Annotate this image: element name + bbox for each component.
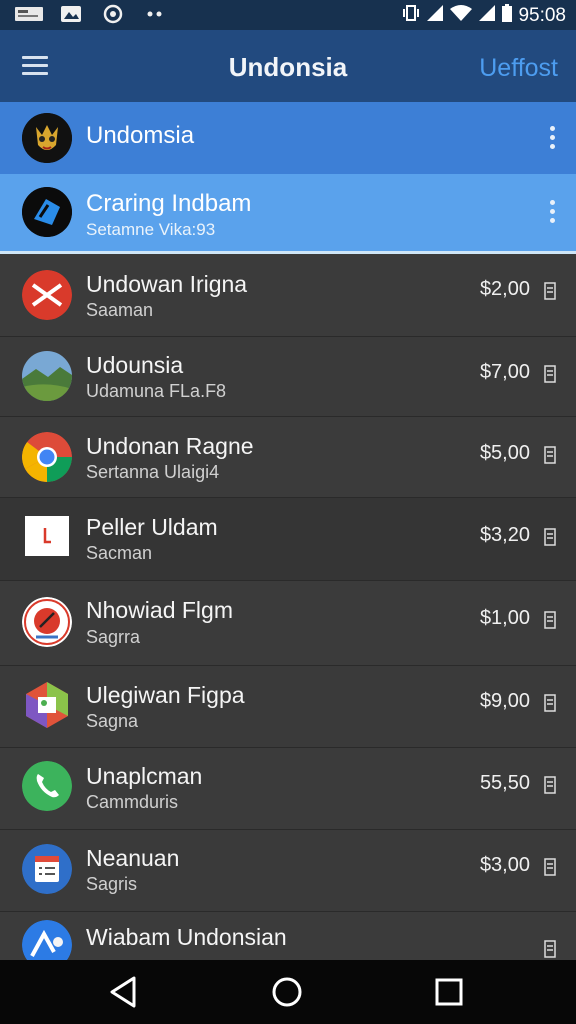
battery-icon — [544, 858, 556, 876]
list-item-price: $3,20 — [479, 524, 530, 546]
list-item-price: $5,00 — [479, 442, 530, 464]
image-icon — [56, 5, 86, 23]
battery-icon — [502, 4, 513, 28]
list-item-price: $3,00 — [479, 854, 530, 876]
list-item-title: Unaplcman — [86, 763, 203, 789]
list-item-title: Undonan Ragne — [86, 433, 254, 459]
list-item-title: Undowan Irigna — [86, 271, 248, 297]
hexagon-app-icon — [22, 680, 72, 730]
blue-arrow-icon — [22, 187, 72, 237]
list-item[interactable]: Undowan Irigna Saaman $2,00 — [0, 254, 576, 337]
battery-icon — [544, 365, 556, 383]
landscape-photo-icon — [22, 351, 72, 401]
status-bar: 95:08 — [0, 0, 576, 30]
more-vert-icon[interactable] — [550, 200, 556, 227]
phone-icon — [22, 761, 72, 811]
list-item[interactable]: Peller Uldam Sacman $3,20 — [0, 498, 576, 581]
app-bar: Undonsia Ueffost — [0, 30, 576, 102]
battery-icon — [544, 528, 556, 546]
list-item-price: $2,00 — [479, 278, 530, 300]
list-item-subtitle: Sacman — [86, 543, 153, 563]
list-item[interactable]: Unaplcman Cammduris 55,50 — [0, 748, 576, 830]
list-item-title: Wiabam Undonsian — [86, 924, 287, 950]
more-dots-icon — [140, 5, 170, 23]
list-item[interactable]: Ulegiwan Figpa Sagna $9,00 — [0, 666, 576, 748]
list-item-subtitle: Sertanna Ulaigi4 — [86, 462, 220, 482]
signal-icon — [426, 4, 444, 28]
selected-list-item[interactable]: Craring Indbam Setamne Vika:93 — [0, 174, 576, 254]
vibrate-icon — [402, 4, 420, 28]
document-icon — [25, 516, 69, 556]
list-item[interactable]: Undonan Ragne Sertanna Ulaigi4 $5,00 — [0, 417, 576, 498]
list-item-title: Neanuan — [86, 845, 180, 871]
recents-icon[interactable] — [430, 974, 470, 1010]
list-item-subtitle: Cammduris — [86, 792, 179, 812]
selected-item-title: Undomsia — [86, 122, 195, 149]
status-right-icons: 95:08 — [402, 4, 566, 28]
sync-icon — [98, 4, 128, 24]
app-bar-action-button[interactable]: Ueffost — [479, 54, 558, 83]
signal-icon — [478, 4, 496, 28]
red-x-icon — [22, 270, 72, 320]
status-left-icons — [14, 4, 170, 24]
wifi-icon — [450, 4, 473, 28]
pinwheel-icon — [22, 597, 72, 647]
battery-icon — [544, 940, 556, 958]
more-vert-icon[interactable] — [550, 126, 556, 153]
battery-icon — [544, 694, 556, 712]
chrome-icon — [22, 432, 72, 482]
list-item[interactable]: Neanuan Sagris $3,00 — [0, 830, 576, 912]
list-item-price: $9,00 — [479, 690, 530, 712]
battery-icon — [544, 611, 556, 629]
list-item[interactable]: Udounsia Udamuna FLa.F8 $7,00 — [0, 337, 576, 417]
home-icon[interactable] — [268, 974, 308, 1010]
list-item-title: Udounsia — [86, 352, 184, 378]
list-item-title: Ulegiwan Figpa — [86, 682, 245, 708]
list-item-price: $7,00 — [479, 361, 530, 383]
calendar-list-icon — [22, 844, 72, 894]
back-icon[interactable] — [104, 974, 144, 1010]
selected-item-title: Craring Indbam — [86, 190, 252, 217]
battery-icon — [544, 282, 556, 300]
notification-badge-icon — [14, 5, 44, 23]
list-item-title: Peller Uldam — [86, 514, 218, 540]
list-item-title: Nhowiad Flgm — [86, 597, 233, 623]
navigation-bar — [0, 960, 576, 1024]
battery-icon — [544, 776, 556, 794]
list-item-price: 55,50 — [479, 772, 530, 794]
battery-icon — [544, 446, 556, 464]
clock-time: 95:08 — [518, 5, 566, 26]
character-face-icon — [22, 113, 72, 163]
selected-list-item[interactable]: Undomsia — [0, 102, 576, 174]
list-item-subtitle: Sagris — [86, 874, 138, 894]
list-item-subtitle: Sagrra — [86, 627, 141, 647]
list-item-subtitle: Udamuna FLa.F8 — [86, 381, 227, 401]
list-item-price: $1,00 — [479, 607, 530, 629]
list-item-subtitle: Sagna — [86, 711, 139, 731]
list-item[interactable]: Wiabam Undonsian — [0, 912, 576, 970]
list-item[interactable]: Nhowiad Flgm Sagrra $1,00 — [0, 581, 576, 666]
selected-item-subtitle: Setamne Vika:93 — [86, 220, 216, 239]
list-item-subtitle: Saaman — [86, 300, 154, 320]
